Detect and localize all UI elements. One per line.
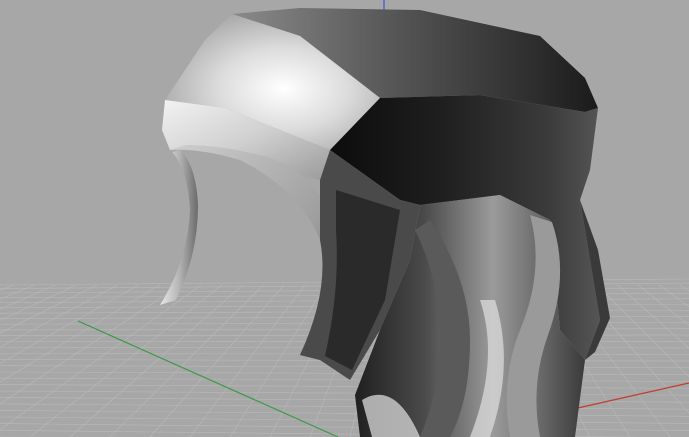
grid-line bbox=[0, 423, 689, 431]
grid-line bbox=[0, 410, 689, 417]
3d-viewport[interactable] bbox=[0, 0, 689, 437]
grid-line bbox=[0, 430, 644, 437]
model-left-fin bbox=[160, 150, 198, 305]
grid-line bbox=[0, 384, 689, 389]
grid-line bbox=[0, 390, 689, 396]
grid-line bbox=[0, 416, 689, 424]
viewport-canvas[interactable] bbox=[0, 0, 689, 437]
grid-line bbox=[109, 284, 264, 437]
grid-line bbox=[229, 284, 327, 437]
grid-line bbox=[0, 397, 689, 403]
